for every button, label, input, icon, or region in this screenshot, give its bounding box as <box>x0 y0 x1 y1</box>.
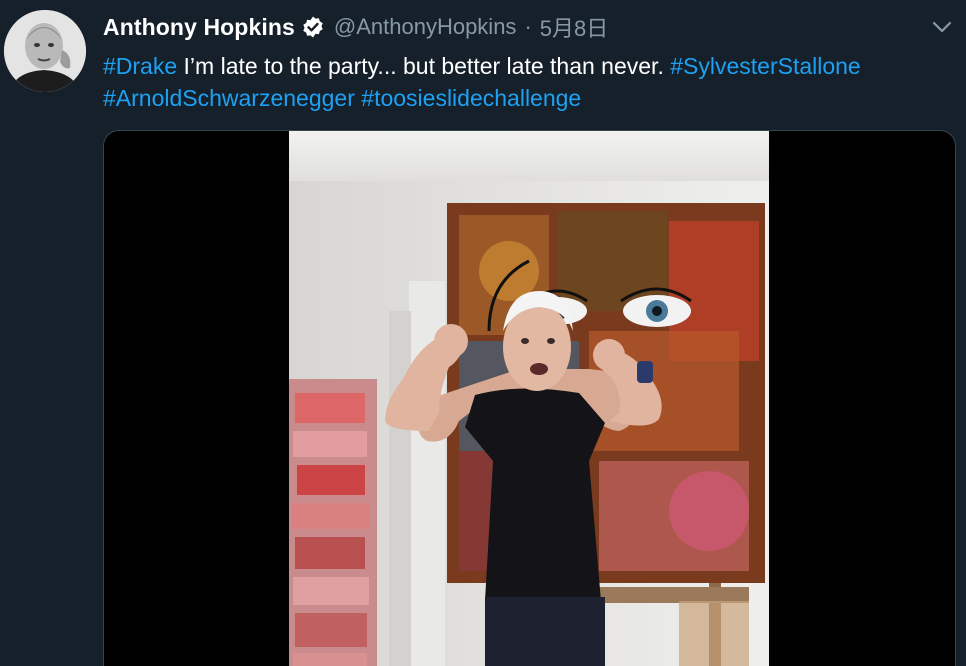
hashtag-link[interactable]: #Drake <box>103 53 177 79</box>
tweet-date[interactable]: 5月8日 <box>540 11 608 43</box>
author-handle[interactable]: @AnthonyHopkins <box>334 14 517 40</box>
tweet-text: #Drake I’m late to the party... but bett… <box>103 50 953 114</box>
author-display-name[interactable]: Anthony Hopkins <box>103 14 295 41</box>
tweet-text-segment: I’m late to the party... but better late… <box>177 53 671 79</box>
verified-badge-icon <box>301 15 325 39</box>
video-thumbnail[interactable] <box>289 131 769 666</box>
tweet-header: Anthony Hopkins @AnthonyHopkins · 5月8日 <box>103 12 608 42</box>
chevron-down-icon[interactable] <box>930 16 954 38</box>
hashtag-link[interactable]: #ArnoldSchwarzenegger <box>103 85 355 111</box>
author-avatar[interactable] <box>4 10 86 92</box>
video-player[interactable] <box>103 130 956 666</box>
header-separator: · <box>524 14 532 39</box>
tweet[interactable]: Anthony Hopkins @AnthonyHopkins · 5月8日 #… <box>0 0 966 666</box>
hashtag-link[interactable]: #SylvesterStallone <box>670 53 861 79</box>
hashtag-link[interactable]: #toosieslidechallenge <box>361 85 581 111</box>
